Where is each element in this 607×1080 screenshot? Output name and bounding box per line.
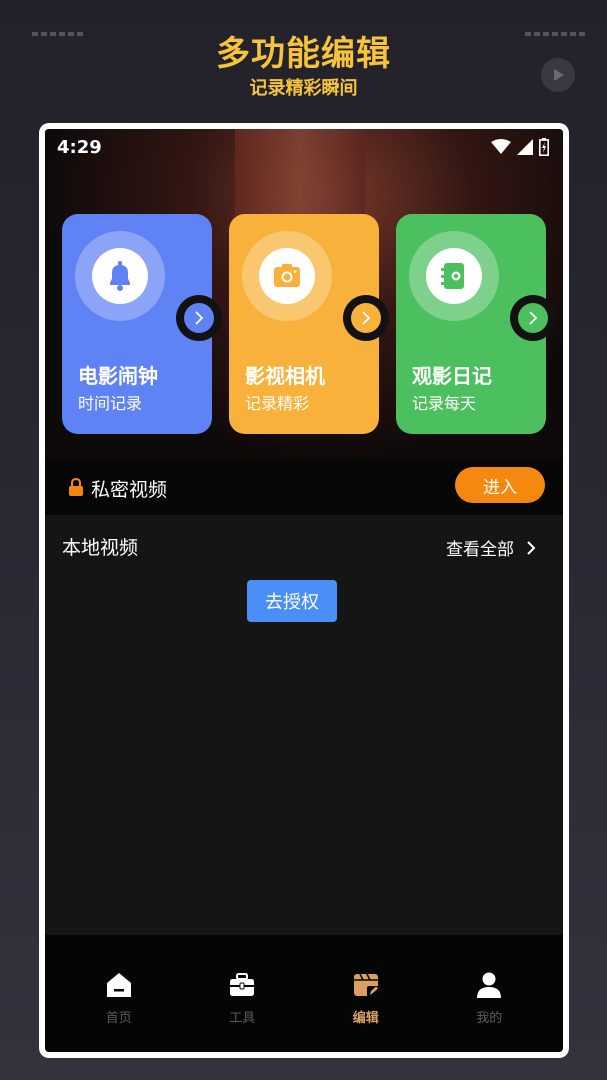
lock-icon: [69, 478, 83, 496]
authorize-button[interactable]: 去授权: [247, 580, 337, 622]
see-all-label: 查看全部: [446, 540, 514, 560]
user-icon: [477, 972, 502, 998]
tab-home[interactable]: 首页: [74, 935, 164, 1052]
edit-icon: [353, 973, 379, 998]
feature-card-movie-alarm[interactable]: 电影闹钟 时间记录: [62, 214, 222, 434]
tab-mine[interactable]: 我的: [444, 935, 534, 1052]
bottom-tabbar: 首页 工具 编辑 我的: [45, 935, 563, 1052]
phone-frame: 4:29 电影闹钟 时间记录 影视相机 记录精彩 观影日记 记录每天 私密视频 …: [39, 123, 569, 1058]
wifi-icon: [491, 139, 511, 154]
chevron-right-icon: [529, 311, 538, 325]
card-title: 观影日记: [412, 364, 492, 388]
card-subtitle: 时间记录: [78, 394, 143, 413]
status-bar: 4:29: [45, 129, 563, 165]
tab-label: 编辑: [352, 1011, 379, 1026]
play-icon: [554, 69, 564, 81]
camera-icon: [274, 264, 300, 287]
see-all-link[interactable]: 查看全部: [446, 535, 536, 560]
private-video-row: 私密视频 进入: [45, 459, 563, 515]
bell-icon: [110, 261, 130, 291]
local-video-title: 本地视频: [62, 537, 139, 559]
promo-title: 多功能编辑: [216, 34, 391, 74]
signal-icon: [517, 139, 533, 155]
battery-icon: [539, 138, 549, 156]
home-icon: [106, 973, 131, 997]
card-arrow-button[interactable]: [518, 303, 548, 333]
status-time: 4:29: [57, 136, 102, 158]
card-title: 影视相机: [245, 364, 325, 388]
card-subtitle: 记录每天: [412, 394, 477, 413]
play-button[interactable]: [541, 58, 575, 92]
card-arrow-button[interactable]: [351, 303, 381, 333]
tab-label: 首页: [105, 1011, 132, 1026]
card-title: 电影闹钟: [78, 364, 158, 388]
feature-card-movie-camera[interactable]: 影视相机 记录精彩: [229, 214, 389, 434]
feature-card-movie-diary[interactable]: 观影日记 记录每天: [396, 214, 556, 434]
diary-icon: [441, 263, 464, 289]
private-video-label: 私密视频: [91, 479, 168, 501]
chevron-right-icon: [527, 540, 536, 555]
enter-button[interactable]: 进入: [455, 467, 545, 503]
tab-label: 我的: [476, 1011, 503, 1026]
chevron-right-icon: [362, 311, 371, 325]
toolbox-icon: [230, 973, 255, 996]
card-arrow-button[interactable]: [184, 303, 214, 333]
tab-tools[interactable]: 工具: [197, 935, 287, 1052]
chevron-right-icon: [195, 311, 204, 325]
tab-edit[interactable]: 编辑: [321, 935, 411, 1052]
promo-subtitle: 记录精彩瞬间: [249, 78, 358, 99]
tab-label: 工具: [229, 1011, 256, 1026]
card-subtitle: 记录精彩: [245, 394, 310, 413]
app-screen: 4:29 电影闹钟 时间记录 影视相机 记录精彩 观影日记 记录每天 私密视频 …: [45, 129, 563, 1052]
